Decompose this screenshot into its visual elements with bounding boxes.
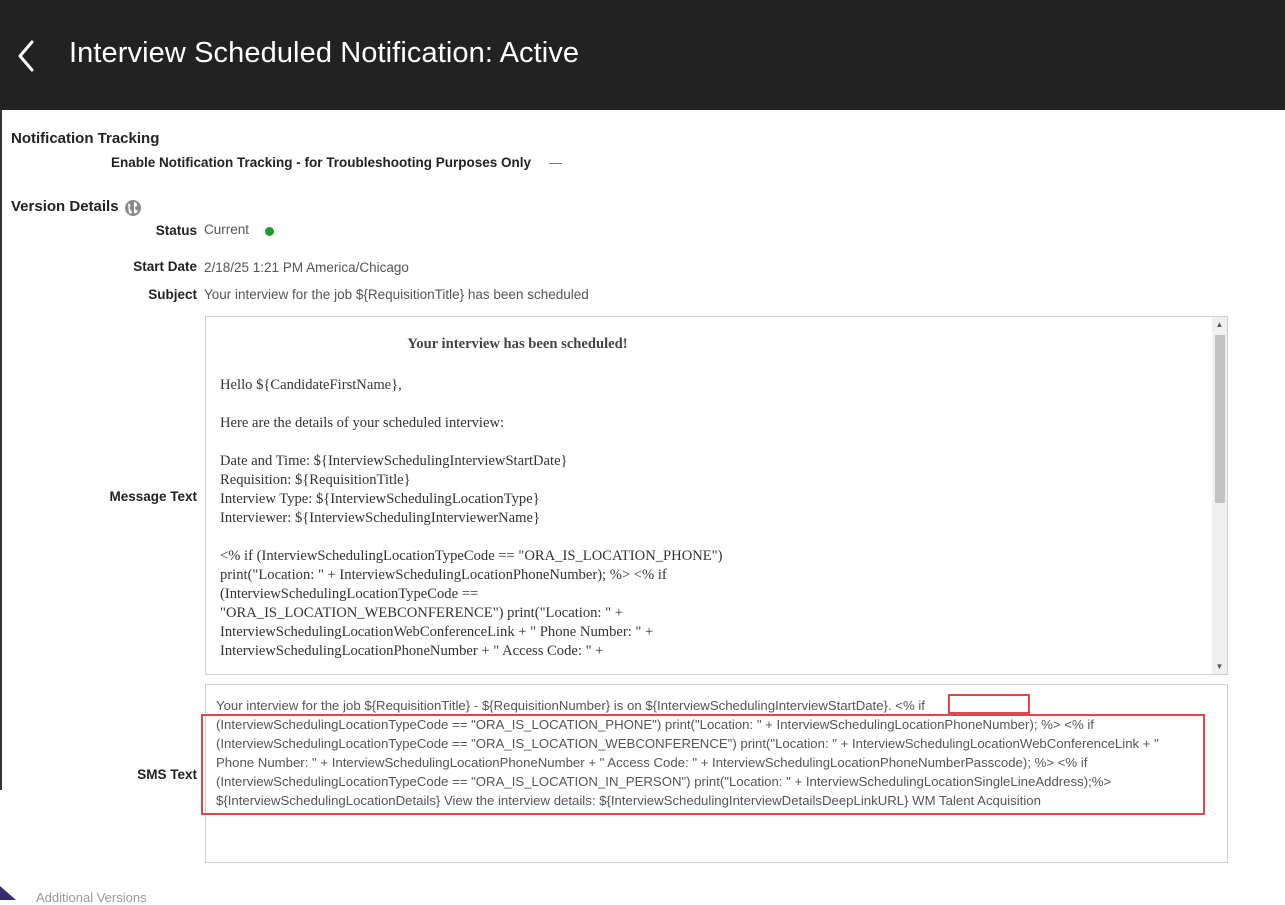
status-label: Status [155, 223, 197, 238]
back-button[interactable] [14, 38, 42, 74]
message-scrollbar[interactable]: ▲ ▼ [1212, 317, 1227, 674]
left-border [0, 110, 2, 790]
sms-text-label: SMS Text [137, 767, 197, 782]
message-line: Requisition: ${RequisitionTitle} [220, 472, 411, 488]
scroll-thumb[interactable] [1215, 335, 1225, 503]
sms-line: Your interview for the job ${Requisition… [216, 698, 925, 713]
status-indicator [265, 227, 274, 236]
message-line: "ORA_IS_LOCATION_WEBCONFERENCE") print("… [220, 605, 623, 621]
scroll-down-icon[interactable]: ▼ [1212, 659, 1227, 674]
message-line: Interviewer: ${InterviewSchedulingInterv… [220, 510, 540, 526]
start-date-value: 2/18/25 1:21 PM America/Chicago [204, 260, 409, 275]
message-line: Date and Time: ${InterviewSchedulingInte… [220, 453, 568, 469]
message-line: InterviewSchedulingLocationWebConference… [220, 624, 654, 640]
globe-icon[interactable] [124, 199, 142, 217]
status-value: Current [204, 222, 250, 237]
page-title: Interview Scheduled Notification: Active [69, 37, 580, 69]
message-heading: Your interview has been scheduled! [407, 336, 628, 352]
message-line: InterviewSchedulingLocationPhoneNumber +… [220, 643, 604, 659]
message-text-box[interactable]: Your interview has been scheduled! Hello… [205, 316, 1228, 675]
version-details-title: Version Details [11, 198, 119, 215]
tracking-value: — [549, 155, 562, 170]
start-date-label: Start Date [133, 259, 197, 274]
message-line: Here are the details of your scheduled i… [220, 415, 505, 431]
message-line: print("Location: " + InterviewScheduling… [220, 567, 667, 583]
corner-decoration [0, 886, 16, 900]
scroll-up-icon[interactable]: ▲ [1212, 317, 1227, 332]
tracking-label: Enable Notification Tracking - for Troub… [111, 155, 532, 170]
highlight-box-large [201, 714, 1205, 815]
message-content: Your interview has been scheduled! Hello… [220, 335, 1190, 661]
additional-versions-label[interactable]: Additional Versions [36, 890, 147, 905]
highlight-box-small [948, 694, 1030, 714]
chevron-left-icon [18, 40, 34, 72]
subject-value: Your interview for the job ${Requisition… [204, 287, 589, 302]
notification-tracking-title: Notification Tracking [11, 130, 160, 147]
subject-label: Subject [148, 287, 197, 302]
message-line: Interview Type: ${InterviewSchedulingLoc… [220, 491, 540, 507]
message-line: Hello ${CandidateFirstName}, [220, 377, 402, 393]
message-line: (InterviewSchedulingLocationTypeCode == [220, 586, 479, 602]
message-text-label: Message Text [109, 489, 197, 504]
page-header: Interview Scheduled Notification: Active [0, 0, 1285, 110]
message-line: <% if (InterviewSchedulingLocationTypeCo… [220, 548, 723, 564]
